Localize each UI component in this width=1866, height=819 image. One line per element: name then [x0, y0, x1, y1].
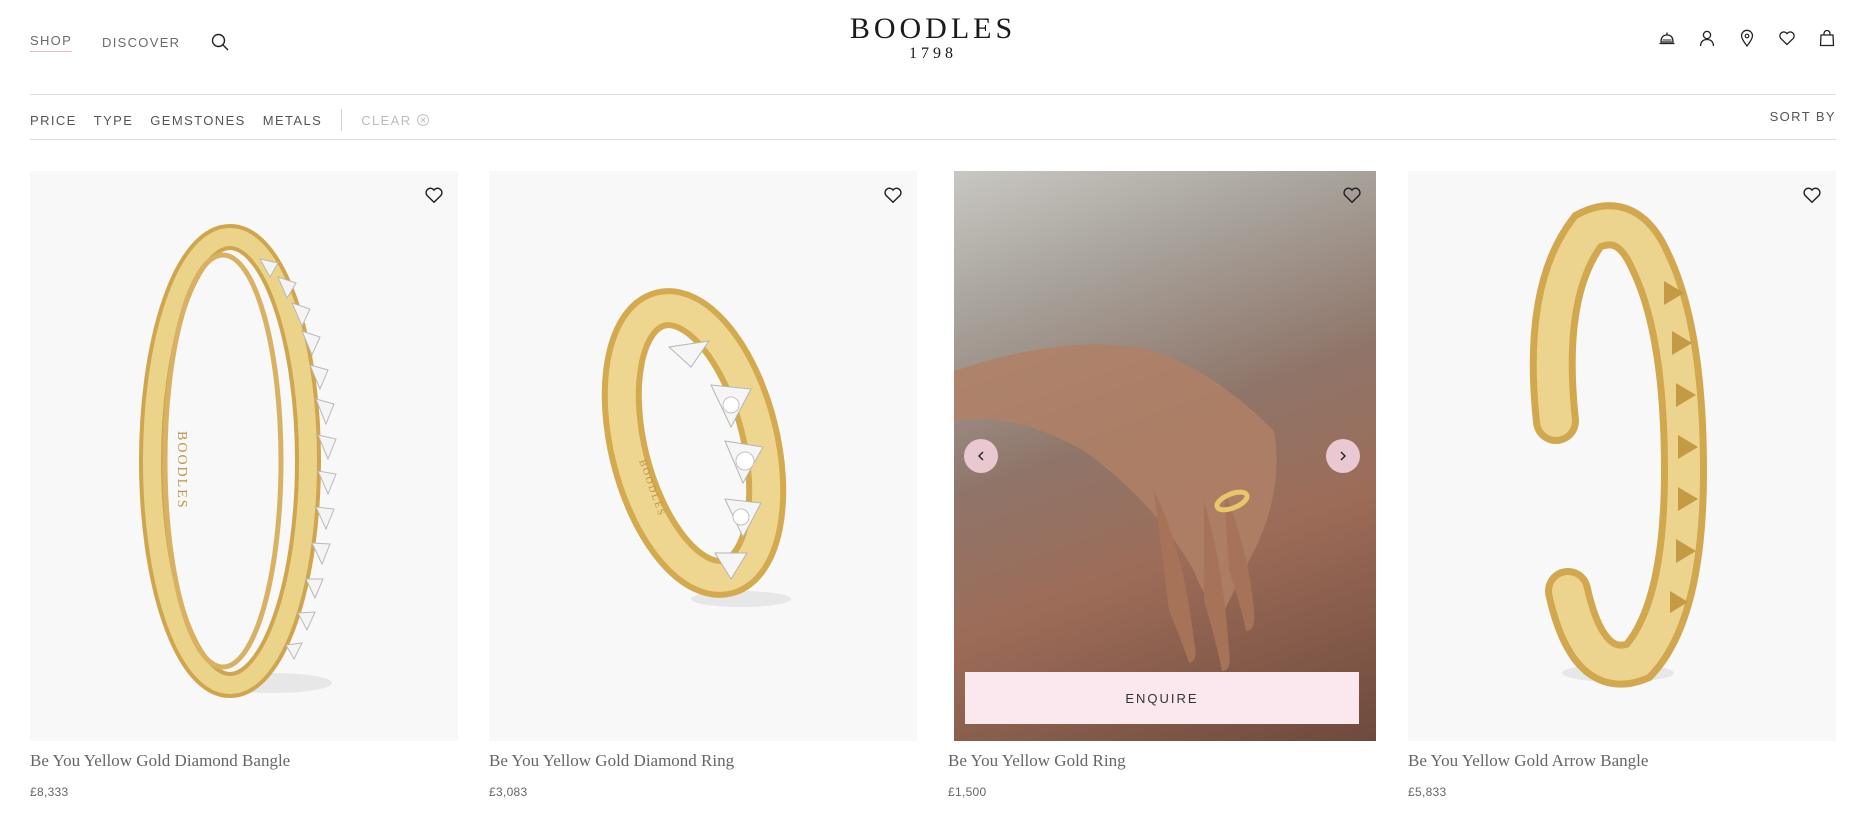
product-title[interactable]: Be You Yellow Gold Diamond Ring [489, 751, 734, 771]
wishlist-heart-icon[interactable] [1802, 185, 1822, 205]
close-circle-icon [416, 114, 429, 126]
shopping-bag-icon[interactable] [1818, 28, 1836, 48]
product-image[interactable]: ENQUIRE [954, 171, 1376, 741]
product-card[interactable]: Be You Yellow Gold Arrow Bangle £5,833 [1408, 171, 1836, 799]
clear-filters-button[interactable]: CLEAR [361, 113, 429, 128]
product-image[interactable]: BOODLES [489, 171, 917, 741]
brand-logo[interactable]: BOODLES 1798 [0, 13, 1866, 63]
filter-divider [341, 109, 343, 131]
arrow-bangle-illustration [1529, 202, 1708, 688]
concierge-bell-icon[interactable] [1658, 28, 1676, 48]
site-header: SHOP DISCOVER BOODLES 1798 [0, 0, 1866, 94]
product-card[interactable]: ENQUIRE Be You Yellow Gold Ring £1,500 [948, 171, 1376, 799]
filter-list: PRICE TYPE GEMSTONES METALS CLEAR [30, 109, 430, 131]
product-card[interactable]: BOODLES Be You Yellow Gold Diamond Ring … [489, 171, 917, 799]
carousel-prev-button[interactable] [964, 439, 998, 473]
wishlist-heart-icon[interactable] [1342, 185, 1362, 205]
product-price: £1,500 [948, 785, 987, 799]
product-price: £3,083 [489, 785, 528, 799]
clear-label: CLEAR [361, 112, 412, 128]
product-image[interactable]: BOODLES [30, 171, 458, 741]
svg-text:BOODLES: BOODLES [174, 431, 189, 510]
diamond-ring-illustration: BOODLES [601, 288, 791, 607]
product-image[interactable] [1408, 171, 1836, 741]
filter-gemstones[interactable]: GEMSTONES [150, 113, 245, 128]
enquire-button[interactable]: ENQUIRE [965, 672, 1359, 724]
product-price: £8,333 [30, 785, 69, 799]
wishlist-heart-icon[interactable] [424, 185, 444, 205]
filter-metals[interactable]: METALS [263, 113, 322, 128]
filter-type[interactable]: TYPE [94, 113, 134, 128]
logo-year: 1798 [909, 45, 957, 62]
carousel-next-button[interactable] [1326, 439, 1360, 473]
product-price: £5,833 [1408, 785, 1447, 799]
product-title[interactable]: Be You Yellow Gold Diamond Bangle [30, 751, 290, 771]
utility-nav [1658, 28, 1836, 48]
wishlist-heart-icon[interactable] [1778, 28, 1796, 48]
account-icon[interactable] [1698, 28, 1716, 48]
logo-name: BOODLES [849, 12, 1017, 45]
filter-price[interactable]: PRICE [30, 113, 77, 128]
product-title[interactable]: Be You Yellow Gold Arrow Bangle [1408, 751, 1648, 771]
lifestyle-photo [954, 171, 1376, 741]
chevron-right-icon [1340, 451, 1346, 461]
product-card[interactable]: BOODLES Be You Yellow Gold Diamond Bangl… [30, 171, 458, 799]
chevron-left-icon [978, 451, 984, 461]
product-title[interactable]: Be You Yellow Gold Ring [948, 751, 1126, 771]
filter-bar: PRICE TYPE GEMSTONES METALS CLEAR SORT B… [30, 94, 1836, 140]
sort-by-button[interactable]: SORT BY [1770, 109, 1836, 124]
location-pin-icon[interactable] [1738, 28, 1756, 48]
diamond-bangle-illustration: BOODLES [139, 224, 337, 698]
wishlist-heart-icon[interactable] [883, 185, 903, 205]
